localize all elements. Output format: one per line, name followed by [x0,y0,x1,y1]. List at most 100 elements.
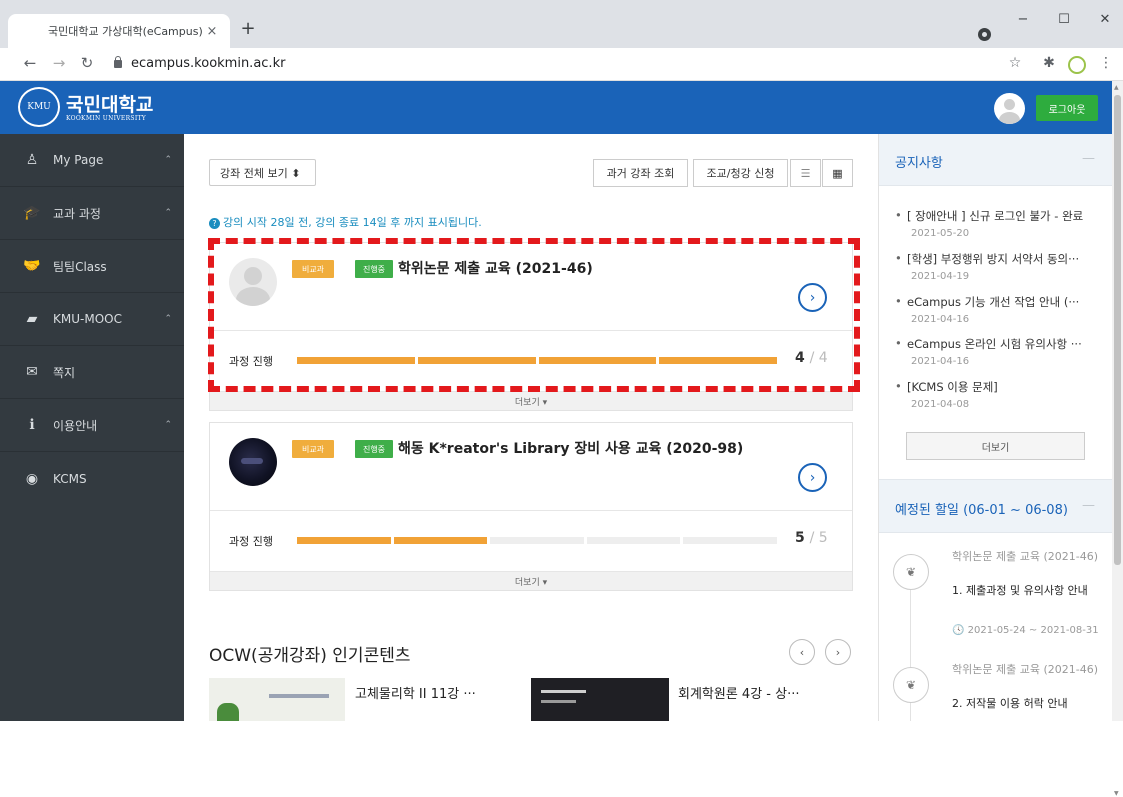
schedule-task[interactable]: 2. 저작물 이용 허락 안내 [952,697,1100,711]
sidebar: ♙ My Page ⌃ 🎓 교과 과정 ⌃ 🤝 팀팀Class ▰ KMU-MO… [0,134,184,721]
notice-title[interactable]: [ 장애안내 ] 신규 로그인 불가 - 완료 [893,208,1103,224]
sidebar-item-curriculum[interactable]: 🎓 교과 과정 ⌃ [0,187,184,240]
course-title[interactable]: 학위논문 제출 교육 (2021-46) [398,258,593,278]
course-card: 비교과 진행중 학위논문 제출 교육 (2021-46) › 과정 진행 4 /… [209,242,853,411]
progress-label: 과정 진행 [229,535,273,548]
notice-item[interactable]: [학생] 부정행위 방지 서약서 동의··· 2021-04-19 [893,251,1103,282]
window-close-button[interactable]: ✕ [1093,12,1117,27]
schedule-title[interactable]: 예정된 할일 (06-01 ~ 06-08) [895,499,1068,518]
collapse-icon[interactable]: — [1082,151,1095,166]
course-type-badge: 비교과 [292,440,334,458]
chevron-up-icon: ⌃ [164,155,172,165]
notices-more-button[interactable]: 더보기 [906,432,1085,460]
notice-item[interactable]: eCampus 온라인 시험 유의사항 ··· 2021-04-16 [893,336,1103,367]
window-maximize-button[interactable]: ☐ [1052,12,1076,27]
ocw-item-caption[interactable]: 고체물리학 II 11강 ··· [355,683,476,702]
back-arrow-icon[interactable]: ← [20,54,40,72]
extensions-puzzle-icon[interactable]: ✱ [1040,55,1058,71]
browser-tab-strip: 국민대학교 가상대학(eCampus) × + − ☐ ✕ [0,0,1123,48]
schedule-item[interactable]: ❦ 학위논문 제출 교육 (2021-46) 2. 저작물 이용 허락 안내 [893,663,1105,721]
schedule-course: 학위논문 제출 교육 (2021-46) [952,550,1098,563]
window-minimize-button[interactable]: − [1011,12,1035,27]
main-content: 강좌 전체 보기 ⬍ 과거 강좌 조회 조교/청강 신청 ☰ ▦ ? 강의 시작 … [184,134,878,721]
browser-toolbar: ← → ↻ ecampus.kookmin.ac.kr ☆ ✱ ⋮ [0,48,1123,81]
ta-audit-apply-button[interactable]: 조교/청강 신청 [693,159,788,187]
course-status-badge: 진행중 [355,260,393,278]
ocw-section-title: OCW(공개강좌) 인기콘텐츠 [209,646,411,666]
sidebar-item-label: 팀팀Class [53,259,107,274]
notice-date: 2021-04-16 [911,314,970,325]
carousel-prev-button[interactable]: ‹ [789,639,815,665]
address-bar[interactable]: ecampus.kookmin.ac.kr [131,56,285,71]
notice-date: 2021-04-08 [911,399,970,410]
course-more-button[interactable]: 더보기 ▾ [210,391,852,410]
course-more-button[interactable]: 더보기 ▾ [210,571,852,590]
notice-item[interactable]: eCampus 기능 개선 작업 안내 (··· 2021-04-16 [893,294,1103,325]
sidebar-item-guide[interactable]: ℹ 이용안내 ⌃ [0,399,184,452]
logo-title[interactable]: 국민대학교 [66,90,153,117]
question-circle-icon: ? [209,218,220,229]
sidebar-item-label: My Page [53,153,104,167]
carousel-next-button[interactable]: › [825,639,851,665]
progress-segment [490,537,584,544]
chevron-right-circle-icon[interactable]: › [798,283,827,312]
collapse-icon[interactable]: — [1082,498,1095,513]
progress-label: 과정 진행 [229,355,273,368]
logo-subtitle: KOOKMIN UNIVERSITY [66,115,147,122]
chevron-up-icon: ⌃ [164,208,172,218]
grid-view-icon[interactable]: ▦ [822,159,853,187]
tab-close-icon[interactable]: × [204,24,220,39]
sidebar-item-label: KCMS [53,471,87,486]
past-courses-button[interactable]: 과거 강좌 조회 [593,159,688,187]
notice-item[interactable]: [KCMS 이용 문제] 2021-04-08 [893,379,1103,410]
notice-title[interactable]: eCampus 기능 개선 작업 안내 (··· [893,294,1103,310]
sidebar-item-messages[interactable]: ✉ 쪽지 [0,346,184,399]
notices-title[interactable]: 공지사항 [895,152,943,171]
sidebar-item-kcms[interactable]: ◉ KCMS [0,452,184,505]
progress-total: / 4 [809,350,828,366]
notice-date: 2021-04-19 [911,271,970,282]
schedule-task[interactable]: 1. 제출과정 및 유의사항 안내 [952,584,1100,598]
scrollbar-thumb[interactable] [1114,95,1121,565]
chevron-right-circle-icon[interactable]: › [798,463,827,492]
reload-icon[interactable]: ↻ [77,54,97,72]
page-scrollbar[interactable]: ▲ ▼ [1112,81,1123,797]
sidebar-item-my-page[interactable]: ♙ My Page ⌃ [0,134,184,187]
progress-segment [538,357,657,364]
progress-done: 5 [795,530,805,546]
browser-profile-icon[interactable] [978,28,991,41]
sidebar-item-team-class[interactable]: 🤝 팀팀Class [0,240,184,293]
browser-menu-icon[interactable]: ⋮ [1097,55,1115,71]
schedule-date: 🕓 2021-05-24 ~ 2021-08-31 [952,625,1099,636]
schedule-item[interactable]: ❦ 학위논문 제출 교육 (2021-46) 1. 제출과정 및 유의사항 안내… [893,550,1105,646]
schedule-course: 학위논문 제출 교육 (2021-46) [952,663,1098,676]
ocw-item-caption[interactable]: 회계학원론 4강 - 상··· [678,683,799,702]
university-emblem-icon[interactable]: KMU [18,87,60,127]
course-status-badge: 진행중 [355,440,393,458]
user-avatar[interactable] [994,93,1025,124]
extension-icon[interactable] [1068,56,1086,74]
course-title[interactable]: 해동 K*reator's Library 장비 사용 교육 (2020-98) [398,438,743,458]
course-view-select[interactable]: 강좌 전체 보기 ⬍ [209,159,316,186]
scroll-down-icon[interactable]: ▼ [1114,790,1119,797]
new-tab-button[interactable]: + [238,18,258,42]
list-view-icon[interactable]: ☰ [790,159,821,187]
progress-bar [297,537,777,544]
ocw-thumbnail[interactable] [531,678,669,721]
ocw-thumbnail[interactable] [209,678,345,721]
notice-item[interactable]: [ 장애안내 ] 신규 로그인 불가 - 완료 2021-05-20 [893,208,1103,239]
forward-arrow-icon[interactable]: → [49,54,69,72]
logout-button[interactable]: 로그아웃 [1036,95,1098,121]
sidebar-item-label: KMU-MOOC [53,312,122,326]
sidebar-item-kmu-mooc[interactable]: ▰ KMU-MOOC ⌃ [0,293,184,346]
progress-segment [393,537,488,544]
scroll-up-icon[interactable]: ▲ [1114,84,1119,91]
progress-segment [297,537,391,544]
notice-title[interactable]: eCampus 온라인 시험 유의사항 ··· [893,336,1103,352]
star-icon[interactable]: ☆ [1006,55,1024,71]
chevron-up-icon: ⌃ [164,420,172,430]
envelope-icon: ✉ [26,364,38,380]
browser-tab[interactable]: 국민대학교 가상대학(eCampus) × [8,14,230,48]
notice-title[interactable]: [KCMS 이용 문제] [893,379,1103,395]
notice-title[interactable]: [학생] 부정행위 방지 서약서 동의··· [893,251,1103,267]
